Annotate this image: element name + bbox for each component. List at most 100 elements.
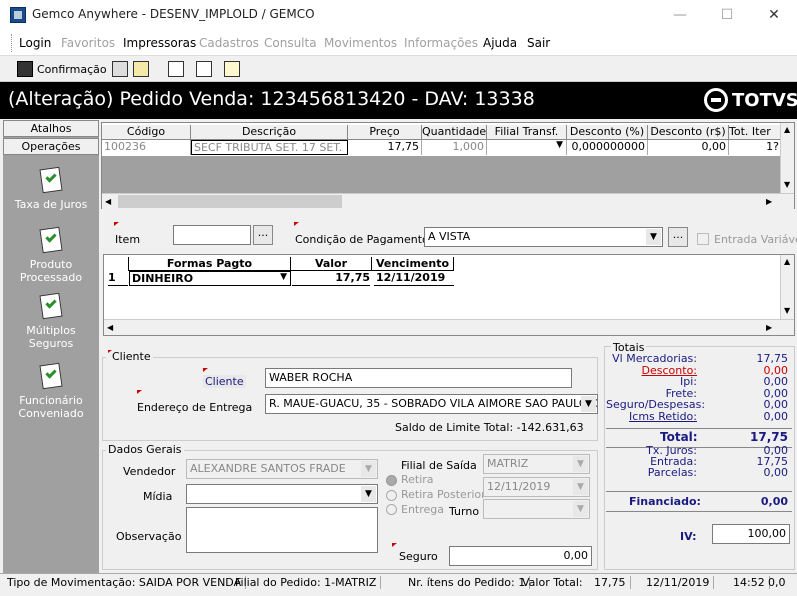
items-grid[interactable]: Código Descrição Preço Quantidade Filial… [101,122,795,209]
observacao-textarea[interactable] [186,507,378,553]
condicao-lookup-button[interactable]: ... [668,227,688,247]
pay-forma-select[interactable]: DINHEIRO ▼ [129,271,291,286]
col-valor[interactable]: Valor [291,257,372,271]
chevron-down-icon[interactable]: ▼ [581,396,596,412]
col-tot-item[interactable]: Tot. Iter [729,125,782,140]
sidebar-item-label: Múltiplos [26,324,76,337]
calendar-button[interactable] [168,59,184,79]
cell-filial-transf[interactable]: ▼ [487,140,567,155]
endereco-select[interactable]: R. MAUE-GUACU, 35 - SOBRADO VILA AIMORE … [265,394,598,414]
scroll-left-icon[interactable]: ◀ [107,323,113,332]
confirm-button[interactable]: Confirmação [17,59,107,79]
iv-input[interactable]: 100,00 [712,524,790,544]
chevron-down-icon[interactable]: ▼ [361,461,376,477]
payment-grid[interactable]: Formas Pagto Valor Vencimento 1 DINHEIRO… [103,254,795,336]
chevron-down-icon[interactable]: ▼ [573,456,588,472]
col-vencimento[interactable]: Vencimento [372,257,454,271]
col-preco[interactable]: Preço [348,125,422,140]
cell-tot-item[interactable]: 1? [729,140,782,155]
item-lookup-button[interactable]: ... [253,225,273,245]
print-button[interactable] [112,59,128,79]
chevron-down-icon[interactable]: ▼ [556,140,563,150]
menu-consulta[interactable]: Consulta [264,36,317,50]
chevron-down-icon[interactable]: ▼ [280,272,287,282]
tab-atalhos[interactable]: Atalhos [3,120,99,137]
cell-quantidade[interactable]: 1,000 [422,140,487,155]
entrega-radio[interactable] [386,504,397,515]
scroll-down-icon[interactable]: ▼ [784,306,790,315]
toolbar: Confirmação [0,56,797,82]
scroll-right-icon[interactable]: ▶ [766,323,772,332]
col-codigo[interactable]: Código [102,125,191,140]
chevron-down-icon[interactable]: ▼ [361,486,376,502]
retira-date-select[interactable]: 12/11/2019 ▼ [483,477,590,497]
cell-desconto-rs[interactable]: 0,00 [648,140,729,155]
cell-preco[interactable]: 17,75 [348,140,422,155]
col-quantidade[interactable]: Quantidade [422,125,487,140]
seguro-input[interactable]: 0,00 [449,546,592,566]
sidebar-item-multiplos-seguros[interactable]: Múltiplos Seguros [3,292,99,350]
filial-saida-select[interactable]: MATRIZ ▼ [483,454,590,474]
pay-valor[interactable]: 17,75 [292,271,370,286]
cell-desconto-pct[interactable]: 0,000000000 [567,140,648,155]
cell-codigo[interactable]: 100236 [102,140,191,155]
list-button[interactable] [224,59,240,79]
totais-label[interactable]: Icms Retido: [606,410,697,423]
cliente-input[interactable]: WABER ROCHA [265,368,572,388]
payment-vertical-scrollbar[interactable]: ▲ ▼ [780,255,794,319]
condicao-select[interactable]: A VISTA ▼ [424,227,663,247]
grid-vertical-scrollbar[interactable]: ▲ ▼ [780,123,794,193]
col-descricao[interactable]: Descrição [191,125,348,140]
header-bar: (Alteração) Pedido Venda: 123456813420 -… [0,82,797,119]
pay-vencimento[interactable]: 12/11/2019 [374,271,454,286]
sidebar-item-produto-processado[interactable]: Produto Processado [3,226,99,284]
sidebar-item-taxa-juros[interactable]: Taxa de Juros [3,166,99,211]
maximize-button[interactable]: ☐ [712,4,742,26]
midia-select[interactable]: ▼ [186,484,378,504]
menu-cadastros[interactable]: Cadastros [199,36,259,50]
col-filial-transf[interactable]: Filial Transf. [487,125,567,140]
entrada-variavel-checkbox[interactable] [697,233,709,245]
total-value: 17,75 [750,430,788,444]
menu-login[interactable]: Login [19,36,51,50]
col-formas-pagto[interactable]: Formas Pagto [128,257,291,271]
save-icon [17,61,33,77]
payment-horizontal-scrollbar[interactable]: ◀ ▶ [104,319,794,335]
chevron-down-icon[interactable]: ▼ [573,501,588,517]
minimize-button[interactable]: — [665,4,695,26]
menu-movimentos[interactable]: Movimentos [324,36,397,50]
item-input[interactable] [173,225,251,245]
menu-impressoras[interactable]: Impressoras [123,36,196,50]
chevron-down-icon[interactable]: ▼ [646,229,661,245]
dados-gerais-group: Dados Gerais Vendedor ALEXANDRE SANTOS F… [102,443,598,570]
menu-ajuda[interactable]: Ajuda [483,36,517,50]
payment-panel: Item ... Condição de Pagamento A VISTA ▼… [101,210,797,340]
scroll-thumb[interactable] [118,195,342,208]
grid-horizontal-scrollbar[interactable]: ◀ ▶ [102,193,794,209]
scroll-left-icon[interactable]: ◀ [105,197,111,206]
tab-operacoes[interactable]: Operações [3,138,99,155]
scroll-right-icon[interactable]: ▶ [766,197,772,206]
close-button[interactable]: ✕ [759,4,789,26]
col-desconto-pct[interactable]: Desconto (%) [567,125,648,140]
seguro-label: Seguro [399,550,438,563]
retira-radio[interactable] [386,475,397,486]
menu-sair[interactable]: Sair [527,36,550,50]
retira-posterior-radio[interactable] [386,490,397,501]
scroll-up-icon[interactable]: ▲ [784,125,790,134]
scroll-up-icon[interactable]: ▲ [784,257,790,266]
card-button[interactable] [196,59,212,79]
vendedor-select[interactable]: ALEXANDRE SANTOS FRADE ▼ [186,459,378,479]
search-tool-button[interactable] [133,59,149,79]
menu-favoritos[interactable]: Favoritos [61,36,115,50]
scroll-down-icon[interactable]: ▼ [784,180,790,189]
turno-select[interactable]: ▼ [483,499,590,519]
grid-empty-area [102,156,782,194]
menu-grip [11,34,14,52]
sidebar-item-funcionario-conveniado[interactable]: Funcionário Conveniado [3,362,99,420]
chevron-down-icon[interactable]: ▼ [573,479,588,495]
cell-descricao[interactable]: SECF TRIBUTA SET. 17 SET. [191,140,348,155]
col-desconto-rs[interactable]: Desconto (r$) [648,125,729,140]
status-date: 12/11/2019 [646,576,715,589]
menu-informacoes[interactable]: Informações [404,36,478,50]
